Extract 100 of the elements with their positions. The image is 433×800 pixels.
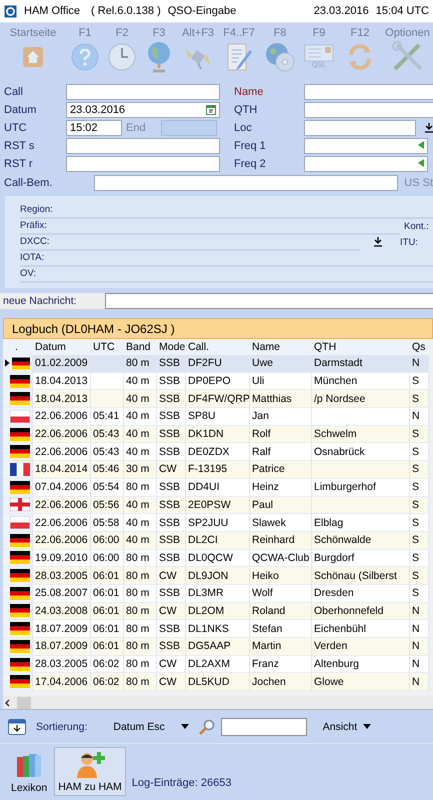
input-field[interactable] <box>304 102 433 118</box>
table-cell: 01.02.2009 <box>33 355 91 373</box>
table-cell: 28.03.2005 <box>33 567 91 585</box>
table-cell: 40 m <box>124 496 157 514</box>
table-cell: 05:58 <box>91 514 124 532</box>
table-cell: 80 m <box>124 478 157 496</box>
sort-value[interactable]: Datum Esc <box>113 720 165 733</box>
input-field[interactable] <box>66 138 220 154</box>
field-label: UTC <box>4 122 28 134</box>
table-cell: Jochen <box>250 673 312 692</box>
table-cell: DL2AXM <box>186 656 250 674</box>
input-field[interactable]: 23.03.2016 <box>66 102 220 118</box>
input-field[interactable] <box>304 138 428 154</box>
flag-icon <box>10 428 30 441</box>
table-cell: 40 m <box>124 443 157 462</box>
table-cell: 25.08.2007 <box>33 584 91 603</box>
flag-icon <box>12 356 30 370</box>
table-cell: Schönau (Silberst <box>312 567 410 585</box>
table-cell <box>91 390 124 408</box>
table-cell: CW <box>157 567 186 585</box>
table-cell: SSB <box>157 638 186 656</box>
input-field[interactable] <box>304 120 416 136</box>
table-cell: SP8U <box>186 408 250 426</box>
table-cell: Verden <box>312 638 410 656</box>
table-cell: Martin <box>250 638 312 656</box>
lexikon-button[interactable]: Lexikon <box>8 749 50 796</box>
table-cell: 05:46 <box>91 461 124 479</box>
table-cell: CW <box>157 461 186 479</box>
input-field[interactable] <box>304 84 433 100</box>
column-header[interactable]: Mode <box>157 339 186 355</box>
flag-icon <box>10 604 30 618</box>
info-label: OV: <box>20 268 36 278</box>
column-header[interactable]: Qs <box>410 339 429 355</box>
table-cell: 05:54 <box>91 478 124 496</box>
view-button[interactable]: Ansicht <box>322 720 372 733</box>
table-cell: /p Nordsee <box>312 390 410 408</box>
column-header[interactable]: Call. <box>186 339 250 355</box>
table-cell: SSB <box>157 550 186 568</box>
flag-icon <box>10 658 30 671</box>
table-cell: 06:00 <box>91 532 124 550</box>
table-cell: 40 m <box>124 514 157 532</box>
table-cell: S <box>410 372 429 390</box>
clock-icon <box>108 43 136 71</box>
table-cell: Uli <box>250 372 312 390</box>
table-cell: Slawek <box>250 514 312 532</box>
globe-icon <box>146 41 172 73</box>
table-cell: 06:01 <box>91 567 124 585</box>
table-cell: SSB <box>157 514 186 532</box>
table-cell: DL1NKS <box>186 620 250 638</box>
column-header[interactable]: Datum <box>33 339 91 355</box>
table-cell: 22.06.2006 <box>33 532 91 550</box>
field-value: 15:02 <box>70 122 98 134</box>
table-cell: S <box>410 390 429 408</box>
table-cell: 05:56 <box>91 496 124 514</box>
table-cell: 80 m <box>124 656 157 674</box>
input-field[interactable] <box>94 175 398 191</box>
scrollbar-thumb[interactable] <box>17 696 31 709</box>
column-header[interactable]: Band <box>124 339 157 355</box>
table-cell: 19.09.2010 <box>33 550 91 568</box>
table-cell: Heinz <box>250 478 312 496</box>
flag-icon <box>10 462 30 476</box>
table-cell: Ralf <box>250 443 312 462</box>
table-cell: 22.06.2006 <box>33 514 91 532</box>
sort-label: Sortierung: <box>36 720 88 733</box>
field-label: Freq 1 <box>234 140 267 152</box>
table-cell: Schönwalde <box>312 532 410 550</box>
column-header[interactable]: . <box>3 339 33 355</box>
input-field[interactable]: 15:02 <box>66 120 122 136</box>
input-field[interactable] <box>66 84 220 100</box>
table-cell: Osnabrück <box>312 443 410 462</box>
window-title: QSO-Eingabe <box>168 5 236 17</box>
flag-icon <box>10 534 30 547</box>
table-cell: Dresden <box>312 584 410 603</box>
table-cell: 22.06.2006 <box>33 443 91 462</box>
table-cell: Burgdorf <box>312 550 410 568</box>
log-count: Log-Einträge: 26653 <box>132 777 232 790</box>
message-field[interactable] <box>105 293 433 309</box>
contact-button[interactable]: HAM zu HAM <box>54 747 126 796</box>
table-cell: DF4FW/QRP <box>186 390 250 408</box>
column-header[interactable]: QTH <box>312 339 410 355</box>
column-header[interactable]: UTC <box>91 339 124 355</box>
table-cell: SSB <box>157 584 186 603</box>
notepad-icon <box>225 42 253 72</box>
download-icon <box>374 237 382 247</box>
left-arrow-icon <box>418 141 424 149</box>
table-cell: DD4UI <box>186 478 250 496</box>
input-field[interactable] <box>66 156 220 172</box>
field-label: Datum <box>4 104 38 116</box>
table-cell: DL0QCW <box>186 550 250 568</box>
table-cell: DP0EPO <box>186 372 250 390</box>
table-cell: SSB <box>157 478 186 496</box>
table-icon <box>8 718 26 735</box>
search-field[interactable] <box>220 718 307 736</box>
column-header[interactable]: Name <box>250 339 312 355</box>
table-cell: Rolf <box>250 426 312 444</box>
table-cell: QCWA-Club <box>250 550 312 568</box>
table-cell: S <box>410 443 429 462</box>
input-field[interactable] <box>304 156 428 172</box>
flag-icon <box>10 480 30 494</box>
table-cell: N <box>410 408 429 426</box>
